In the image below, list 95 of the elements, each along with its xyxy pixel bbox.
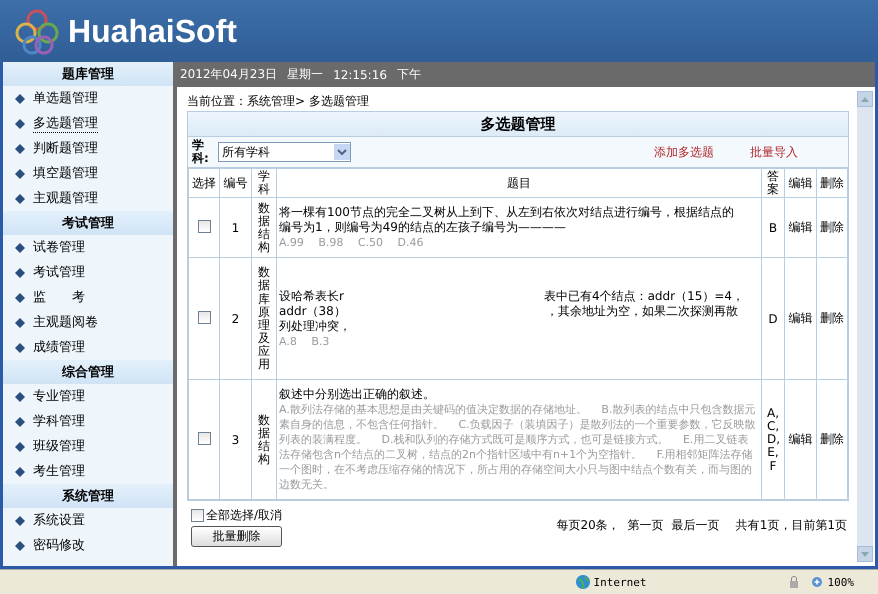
delete-link[interactable]: 删除: [820, 311, 844, 326]
pager-text[interactable]: 最后一页: [672, 517, 720, 534]
row-checkbox[interactable]: [198, 310, 210, 324]
zone-text: Internet: [594, 576, 646, 588]
options-text: A.99 B.98 C.50 D.46: [279, 235, 424, 250]
subject-select[interactable]: 所有学科: [218, 142, 351, 162]
diamond-icon: [15, 292, 25, 302]
question-text: addr（38）: [279, 304, 346, 318]
sidebar-item[interactable]: 考试管理: [33, 263, 85, 282]
column-header: 题目: [276, 168, 762, 198]
sidebar-item[interactable]: 学科管理: [33, 412, 85, 431]
sidebar-item[interactable]: 试卷管理: [33, 238, 85, 257]
sidebar-item[interactable]: 主观题阅卷: [33, 313, 98, 332]
diamond-icon: [15, 342, 25, 352]
table-cell: 数据库原理及应用: [252, 258, 276, 380]
delete-link[interactable]: 删除: [820, 432, 844, 446]
column-header: 删除: [816, 168, 848, 198]
logo-text: HuahaiSoft: [68, 12, 237, 50]
diamond-icon: [15, 94, 25, 104]
column-header: 答案: [762, 168, 784, 198]
diamond-icon: [15, 144, 25, 154]
question-text: 列处理冲突，: [279, 318, 351, 333]
sidebar-group-title: 考试管理: [3, 211, 173, 235]
sidebar-item[interactable]: 主观题管理: [33, 189, 98, 208]
filter-label: 学科:: [192, 138, 210, 166]
action-link[interactable]: 添加多选题: [654, 144, 714, 160]
select-all-label: 全部选择/取消: [206, 507, 282, 524]
question-text: 表中已有4个结点：addr（15）=4，: [544, 288, 744, 303]
diamond-icon: [15, 516, 25, 526]
table-cell: B: [762, 198, 784, 258]
diamond-icon: [15, 442, 25, 452]
sidebar-item[interactable]: 监 考: [33, 288, 85, 307]
delete-link[interactable]: 删除: [820, 220, 844, 234]
diamond-icon: [15, 416, 25, 426]
edit-link[interactable]: 编辑: [788, 311, 812, 326]
panel-title: 多选题管理: [188, 112, 848, 137]
question-text: 设哈希表长r: [279, 288, 344, 303]
diamond-icon: [15, 318, 25, 328]
diamond-icon: [15, 242, 25, 252]
pager-text: 每页20条，: [556, 517, 620, 534]
column-header: 学科: [252, 168, 276, 198]
sidebar-group-title: 系统管理: [3, 484, 173, 508]
globe-icon: [576, 575, 590, 589]
table-cell: 3: [220, 380, 252, 500]
sidebar-group-title: 综合管理: [3, 360, 173, 384]
date-text: 星期一: [287, 66, 324, 83]
diamond-icon: [15, 118, 25, 128]
table-cell: 1: [220, 198, 252, 258]
table-cell: A,C,D,E,F: [762, 380, 784, 500]
sidebar-item[interactable]: 密码修改: [33, 536, 85, 555]
zoom-icon: [810, 576, 824, 588]
dropdown-icon: [334, 144, 350, 160]
sidebar-item[interactable]: 多选题管理: [33, 114, 98, 133]
question-text: ，其余地址为空，如果二次探测再散: [546, 304, 738, 318]
column-header: 编辑: [784, 168, 816, 198]
sidebar-item[interactable]: 成绩管理: [33, 338, 85, 357]
table-cell: 数据结构: [252, 380, 276, 500]
select-all-checkbox[interactable]: [191, 509, 204, 522]
row-checkbox[interactable]: [198, 220, 210, 233]
options-text: A.8 B.3: [279, 334, 330, 349]
sidebar-item[interactable]: 考生管理: [33, 462, 85, 481]
table-cell: D: [762, 258, 784, 380]
options-text: A.散列法存储的基本思想是由关键码的值决定数据的存储地址。 B.散列表的结点中只包含数据元素自身的信息，不包含任何指针。 C.负载因子（装填因子）是散列法的一个重要参数，它反映散列表的装满程度。 D.栈和队列的存储方式既可是顺序方式，也可是链接方式。 E.用二叉链表法存储包含n个结点的二叉树，结点的2n个指针区域中有n+1个为空指针。 F.用相邻矩阵法存储一个图时，在不考虑压缩存储的情况下，所占用的存储空间大小只与图中结点个数有关，而与图的边数无关。: [279, 402, 757, 492]
row-checkbox[interactable]: [198, 432, 210, 445]
pager-text[interactable]: 第一页: [628, 517, 664, 534]
date-text: 下午: [396, 66, 421, 83]
column-header: 编号: [220, 168, 252, 198]
sidebar-group-title: 题库管理: [3, 62, 173, 86]
table-cell: 数据结构: [252, 198, 276, 258]
question-text: 将一棵有100节点的完全二叉树从上到下、从左到右依次对结点进行编号，根据结点的: [279, 205, 734, 220]
pager-text: 共有1页，目前第1页: [736, 517, 847, 534]
date-text: 2012年04月23日: [180, 66, 278, 83]
sidebar-item[interactable]: 判断题管理: [33, 139, 98, 158]
column-header: 选择: [188, 168, 220, 198]
diamond-icon: [15, 540, 25, 550]
sidebar-item[interactable]: 填空题管理: [33, 164, 98, 183]
sidebar-item[interactable]: 专业管理: [33, 387, 85, 406]
zoom-text[interactable]: 100%: [828, 576, 854, 588]
edit-link[interactable]: 编辑: [788, 432, 812, 446]
table-cell: 2: [220, 258, 252, 380]
sidebar-item[interactable]: 班级管理: [33, 437, 85, 456]
diamond-icon: [15, 392, 25, 402]
date-text: 12:15:16: [333, 68, 387, 82]
breadcrumb: 当前位置：系统管理> 多选题管理: [187, 92, 370, 110]
diamond-icon: [15, 268, 25, 278]
batch-delete-button[interactable]: 批量删除: [191, 526, 282, 548]
action-link[interactable]: 批量导入: [750, 144, 798, 160]
edit-link[interactable]: 编辑: [788, 220, 812, 234]
diamond-icon: [15, 168, 25, 178]
sidebar-item[interactable]: 系统设置: [33, 511, 85, 530]
question-text: 叙述中分别选出正确的叙述。: [279, 387, 435, 402]
question-text: 编号为1，则编号为49的结点的左孩子编号为————: [279, 220, 566, 234]
diamond-icon: [15, 194, 25, 204]
sidebar-item[interactable]: 单选题管理: [33, 89, 98, 108]
diamond-icon: [15, 466, 25, 476]
